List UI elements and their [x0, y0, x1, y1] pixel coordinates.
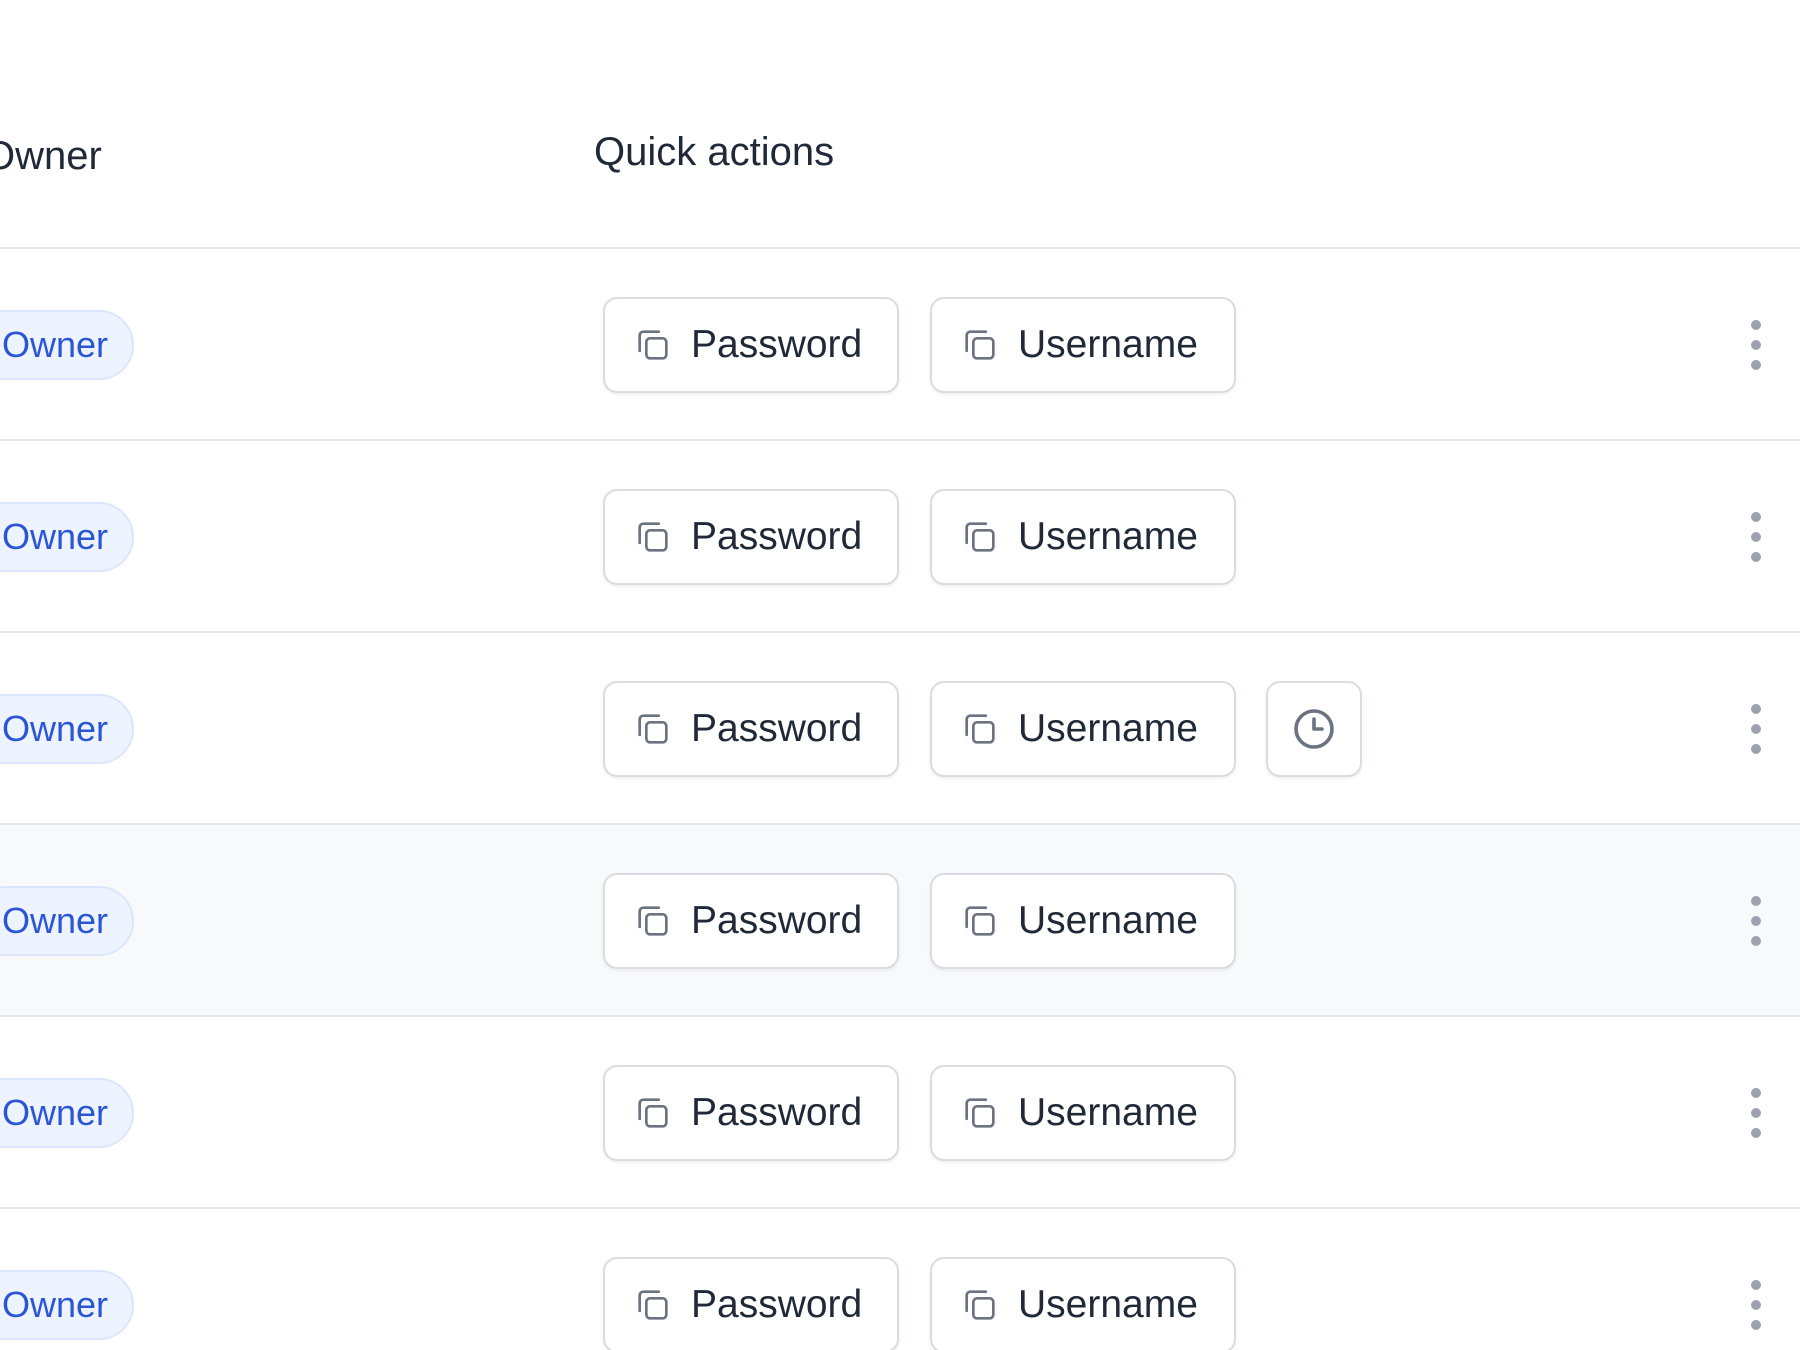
owner-badge: Owner: [0, 310, 135, 380]
copy-icon: [633, 709, 673, 749]
more-options-button[interactable]: [1738, 1083, 1774, 1143]
clock-icon: [1290, 705, 1338, 753]
copy-password-label: Password: [691, 707, 863, 750]
copy-password-label: Password: [691, 1283, 863, 1326]
table-row[interactable]: Owner Password Username: [0, 633, 1800, 825]
more-options-button[interactable]: [1738, 507, 1774, 567]
vault-table: Owner Quick actions Owner Password Usern…: [0, 0, 1800, 1350]
copy-username-label: Username: [1018, 707, 1198, 750]
column-header-quick-actions: Quick actions: [594, 130, 835, 174]
owner-badge: Owner: [0, 694, 135, 764]
table-header: Owner Quick actions: [0, 0, 1800, 249]
copy-password-label: Password: [691, 323, 863, 366]
copy-username-button[interactable]: Username: [930, 681, 1236, 777]
owner-badge: Owner: [0, 886, 135, 956]
owner-badge: Owner: [0, 1270, 135, 1340]
copy-icon: [633, 1093, 673, 1133]
more-vertical-icon: [1738, 891, 1774, 951]
copy-icon: [960, 901, 1000, 941]
more-vertical-icon: [1738, 1275, 1774, 1335]
column-header-owner[interactable]: Owner: [0, 134, 102, 179]
copy-username-button[interactable]: Username: [930, 1065, 1236, 1161]
copy-username-button[interactable]: Username: [930, 489, 1236, 585]
copy-icon: [633, 517, 673, 557]
more-options-button[interactable]: [1738, 891, 1774, 951]
table-row[interactable]: Owner Password Username: [0, 1209, 1800, 1350]
copy-icon: [960, 517, 1000, 557]
more-vertical-icon: [1738, 1083, 1774, 1143]
copy-password-button[interactable]: Password: [603, 297, 899, 393]
copy-username-label: Username: [1018, 1091, 1198, 1134]
history-button[interactable]: [1266, 681, 1362, 777]
copy-username-button[interactable]: Username: [930, 873, 1236, 969]
copy-icon: [960, 1093, 1000, 1133]
copy-password-button[interactable]: Password: [603, 873, 899, 969]
table-body: Owner Password Username Owner Password U…: [0, 249, 1800, 1350]
table-row[interactable]: Owner Password Username: [0, 825, 1800, 1017]
copy-password-button[interactable]: Password: [603, 681, 899, 777]
more-options-button[interactable]: [1738, 699, 1774, 759]
copy-icon: [633, 1285, 673, 1325]
more-vertical-icon: [1738, 699, 1774, 759]
more-vertical-icon: [1738, 315, 1774, 375]
copy-icon: [633, 325, 673, 365]
copy-username-label: Username: [1018, 515, 1198, 558]
table-row[interactable]: Owner Password Username: [0, 441, 1800, 633]
copy-username-label: Username: [1018, 1283, 1198, 1326]
copy-icon: [960, 709, 1000, 749]
copy-username-label: Username: [1018, 899, 1198, 942]
copy-username-label: Username: [1018, 323, 1198, 366]
copy-icon: [960, 1285, 1000, 1325]
copy-password-label: Password: [691, 1091, 863, 1134]
more-options-button[interactable]: [1738, 315, 1774, 375]
copy-password-button[interactable]: Password: [603, 489, 899, 585]
copy-password-button[interactable]: Password: [603, 1065, 899, 1161]
copy-icon: [633, 901, 673, 941]
owner-badge: Owner: [0, 1078, 135, 1148]
copy-icon: [960, 325, 1000, 365]
more-options-button[interactable]: [1738, 1275, 1774, 1335]
copy-password-label: Password: [691, 899, 863, 942]
table-row[interactable]: Owner Password Username: [0, 249, 1800, 441]
more-vertical-icon: [1738, 507, 1774, 567]
table-row[interactable]: Owner Password Username: [0, 1017, 1800, 1209]
owner-badge: Owner: [0, 502, 135, 572]
copy-password-label: Password: [691, 515, 863, 558]
copy-password-button[interactable]: Password: [603, 1257, 899, 1350]
copy-username-button[interactable]: Username: [930, 1257, 1236, 1350]
copy-username-button[interactable]: Username: [930, 297, 1236, 393]
